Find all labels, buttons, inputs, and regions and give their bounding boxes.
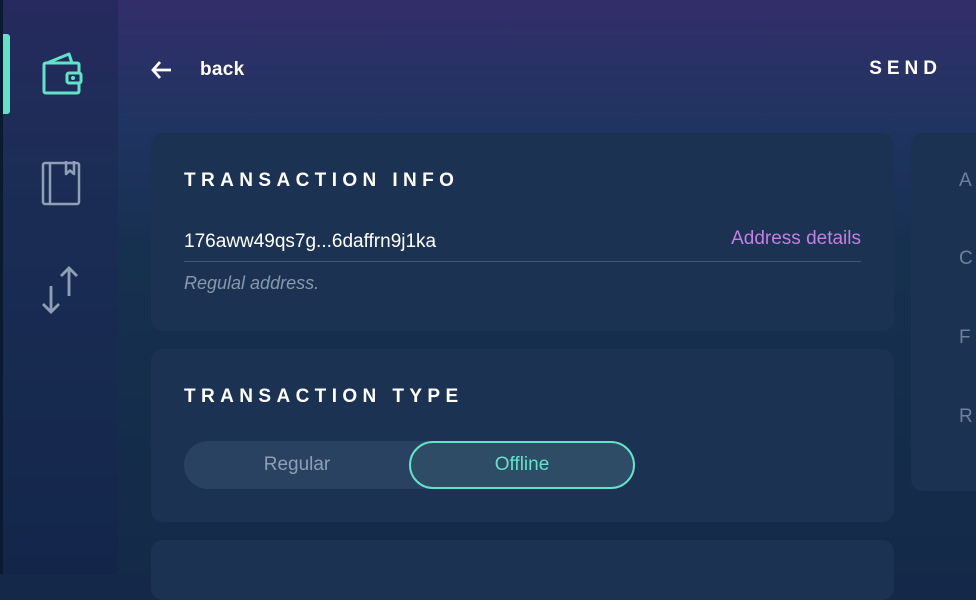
type-option-offline[interactable]: Offline bbox=[409, 441, 635, 489]
divider bbox=[184, 261, 861, 262]
recipient-address: 176aww49qs7g...6daffrn9j1ka bbox=[184, 231, 437, 252]
address-type-note: Regulal address. bbox=[184, 273, 320, 293]
wallet-icon bbox=[42, 52, 83, 95]
address-book-icon bbox=[41, 161, 81, 206]
type-option-regular[interactable]: Regular bbox=[184, 441, 410, 489]
address-details-link[interactable]: Address details bbox=[731, 228, 861, 250]
summary-label: F bbox=[959, 327, 971, 348]
transaction-type-title: TRANSACTION TYPE bbox=[184, 386, 464, 407]
transaction-info-card: TRANSACTION INFO 176aww49qs7g...6daffrn9… bbox=[151, 133, 894, 331]
page-title: SEND bbox=[869, 58, 942, 79]
sidebar-item-address-book[interactable] bbox=[3, 150, 118, 230]
app-window: back SEND TRANSACTION INFO 176aww49qs7g.… bbox=[0, 0, 976, 600]
back-button[interactable]: back bbox=[150, 56, 245, 84]
arrow-left-icon bbox=[151, 61, 171, 79]
active-nav-indicator bbox=[3, 34, 10, 114]
transaction-info-title: TRANSACTION INFO bbox=[184, 170, 460, 191]
sidebar-item-wallet[interactable] bbox=[3, 34, 118, 114]
summary-panel: A C F R bbox=[911, 133, 976, 491]
back-label: back bbox=[200, 59, 245, 80]
summary-label: R bbox=[959, 406, 973, 427]
transaction-type-toggle: Regular Offline bbox=[184, 441, 635, 489]
summary-label: C bbox=[959, 248, 973, 269]
sidebar-item-transactions[interactable] bbox=[3, 258, 118, 338]
next-card bbox=[151, 540, 894, 600]
sidebar bbox=[3, 0, 118, 574]
transfer-arrows-icon bbox=[42, 266, 78, 314]
summary-label: A bbox=[959, 170, 972, 191]
transaction-type-card: TRANSACTION TYPE Regular Offline bbox=[151, 349, 894, 522]
